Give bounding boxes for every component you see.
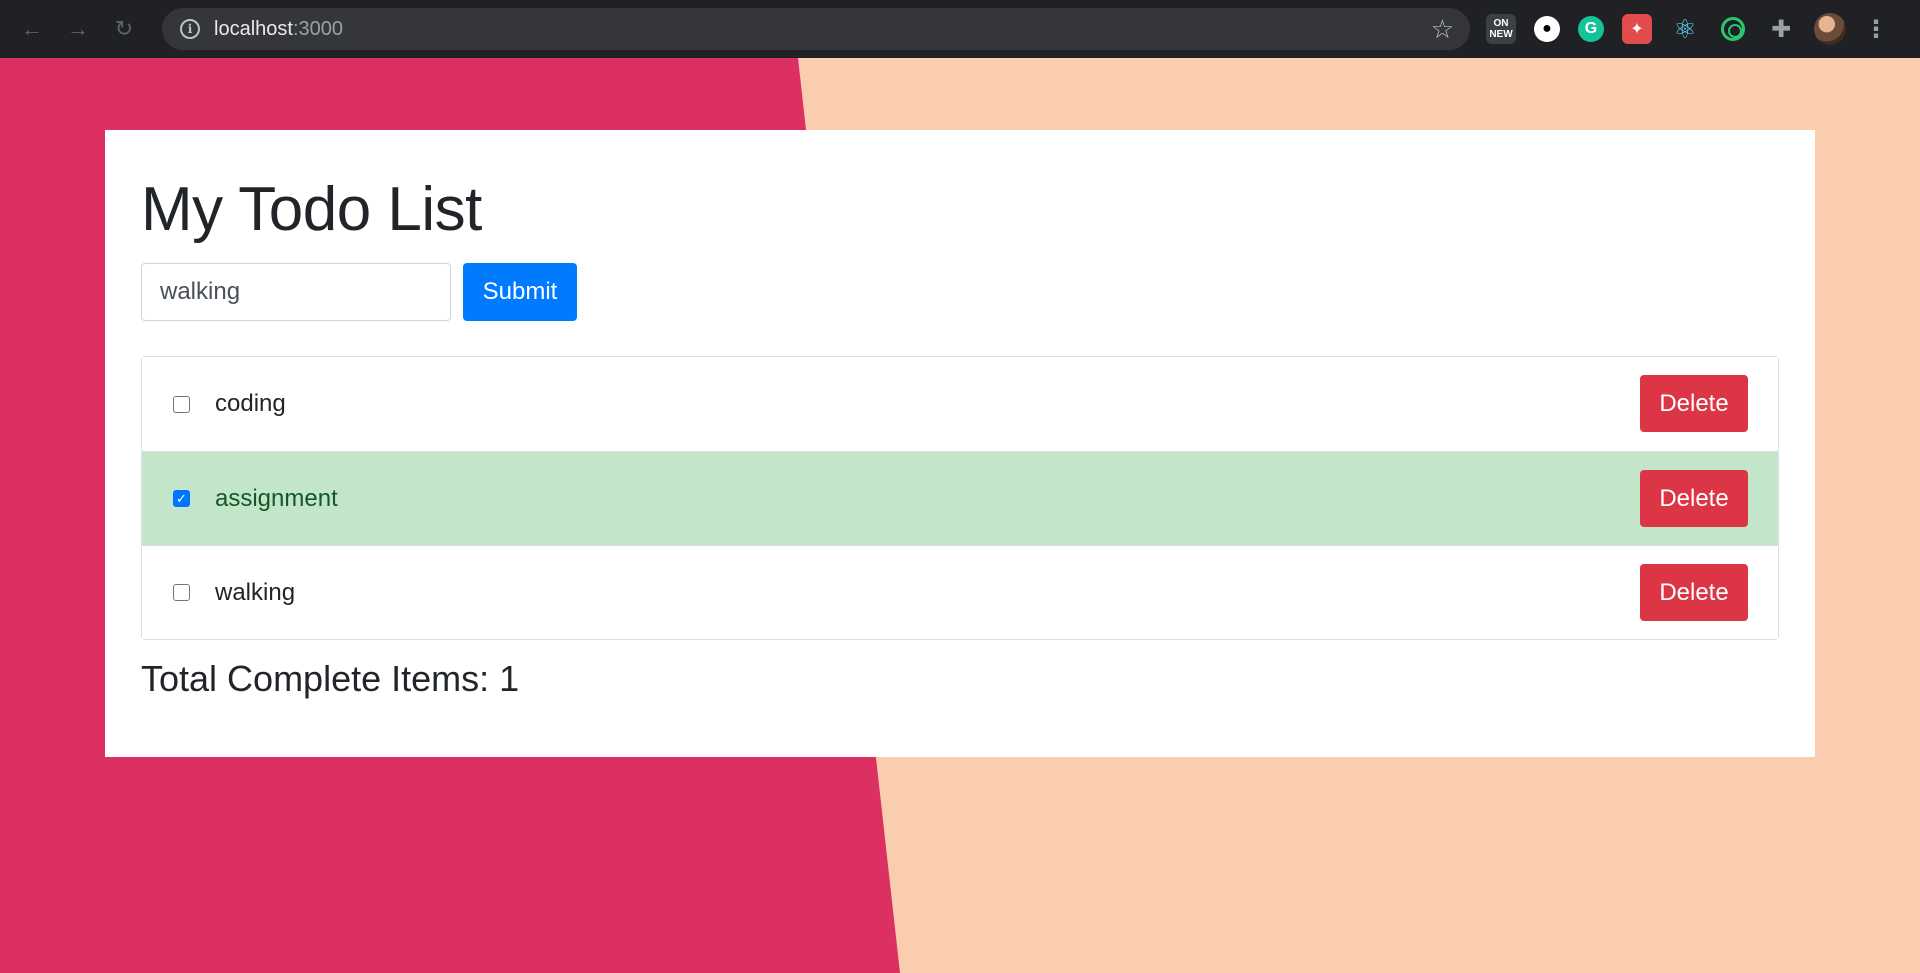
- todo-item: coding Delete: [142, 357, 1778, 451]
- red-extension-icon[interactable]: ✦: [1622, 14, 1652, 44]
- bookmark-star-icon[interactable]: ☆: [1431, 14, 1454, 45]
- todo-item: walking Delete: [142, 545, 1778, 639]
- site-info-icon[interactable]: i: [180, 19, 200, 39]
- react-devtools-icon[interactable]: ⚛: [1670, 14, 1700, 44]
- todo-checkbox[interactable]: [173, 395, 190, 413]
- extensions-puzzle-icon[interactable]: ✚: [1766, 14, 1796, 44]
- reload-icon[interactable]: ↻: [106, 11, 142, 47]
- todo-item: ✓ assignment Delete: [142, 451, 1778, 545]
- todo-checkbox[interactable]: ✓: [173, 490, 190, 507]
- url-host: localhost: [214, 17, 293, 40]
- grammarly-extension-icon[interactable]: G: [1578, 16, 1604, 42]
- page-title: My Todo List: [141, 175, 482, 244]
- github-extension-icon[interactable]: ●: [1534, 16, 1560, 42]
- delete-button[interactable]: Delete: [1640, 375, 1748, 432]
- forward-icon[interactable]: →: [60, 11, 96, 47]
- address-bar[interactable]: i localhost:3000 ☆: [162, 8, 1470, 50]
- todo-card: My Todo List Submit coding Delete ✓ assi…: [105, 130, 1815, 757]
- delete-button[interactable]: Delete: [1640, 470, 1748, 527]
- todo-item-label: walking: [215, 578, 296, 606]
- browser-toolbar: ← → ↻ i localhost:3000 ☆ ON NEW ● G ✦ ⚛ …: [0, 0, 1920, 58]
- extension-new-top: ON: [1493, 18, 1509, 29]
- back-icon[interactable]: ←: [14, 11, 50, 47]
- extension-new-label: NEW: [1489, 29, 1513, 40]
- extensions-bar: ON NEW ● G ✦ ⚛ ✚ ⋮: [1486, 11, 1888, 47]
- url-port: :3000: [292, 17, 343, 40]
- todo-list: coding Delete ✓ assignment Delete walkin…: [141, 356, 1779, 640]
- ring-extension-icon[interactable]: [1718, 14, 1748, 44]
- submit-button[interactable]: Submit: [463, 263, 577, 321]
- todo-input[interactable]: [141, 263, 451, 321]
- profile-avatar[interactable]: [1814, 13, 1846, 45]
- url-text[interactable]: localhost:3000: [214, 18, 343, 41]
- extension-new-icon[interactable]: ON NEW: [1486, 14, 1516, 44]
- todo-item-label: assignment: [215, 484, 338, 512]
- todo-checkbox[interactable]: [173, 584, 190, 601]
- delete-button[interactable]: Delete: [1640, 564, 1748, 621]
- page-viewport: My Todo List Submit coding Delete ✓ assi…: [0, 58, 1920, 973]
- browser-menu-icon[interactable]: ⋮: [1864, 15, 1888, 44]
- total-complete-count: Total Complete Items: 1: [141, 658, 520, 699]
- todo-item-label: coding: [215, 390, 286, 417]
